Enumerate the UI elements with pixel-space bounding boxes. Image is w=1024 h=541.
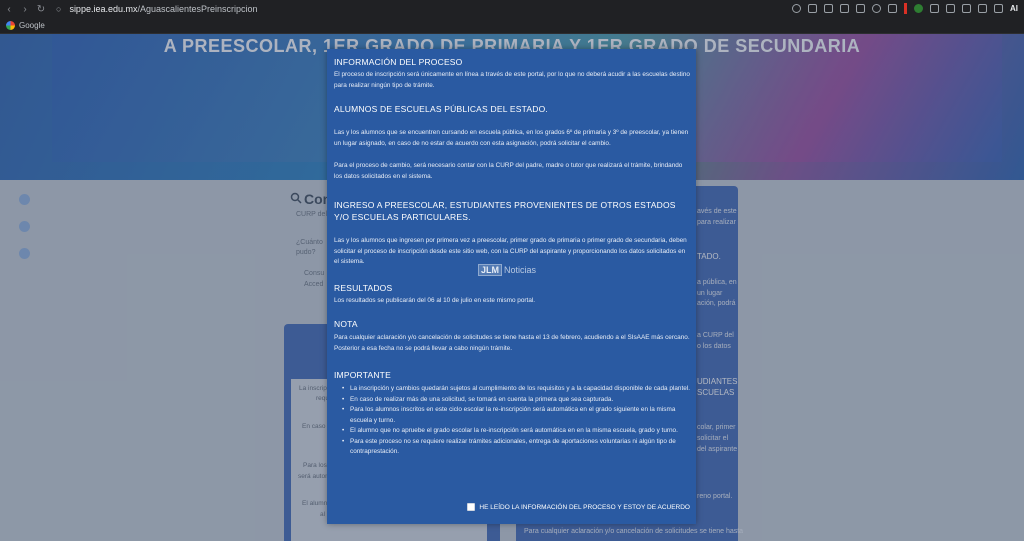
translate-icon[interactable]: [930, 4, 939, 13]
importante-list: La inscripción y cambios quedarán sujeto…: [334, 384, 690, 458]
puzzle-extensions-icon[interactable]: [962, 4, 971, 13]
reader-icon[interactable]: [856, 4, 865, 13]
bookmark-google[interactable]: Google: [19, 21, 45, 30]
wallet-icon[interactable]: [946, 4, 955, 13]
paragraph-resultados: Los resultados se publicarán del 06 al 1…: [334, 297, 536, 304]
list-item: El alumno que no apruebe el grado escola…: [334, 426, 690, 437]
list-item: Para los alumnos inscritos en este ciclo…: [334, 405, 690, 426]
address-bar[interactable]: sippe.iea.edu.mx/AguascalientesPreinscri…: [69, 4, 257, 14]
list-item: En caso de realizar más de una solicitud…: [334, 395, 690, 406]
extension-green-icon[interactable]: [914, 4, 923, 13]
cast-icon[interactable]: [824, 4, 833, 13]
list-item: Para este proceso no se requiere realiza…: [334, 437, 690, 458]
watermark-logo: JLM: [478, 264, 502, 276]
screenshot-icon[interactable]: [808, 4, 817, 13]
paragraph-informacion: El proceso de inscripción será únicament…: [334, 71, 690, 89]
heading-resultados: RESULTADOS: [334, 283, 393, 293]
heading-nota: NOTA: [334, 319, 358, 329]
url-path: /AguascalientesPreinscripcion: [137, 4, 258, 14]
bookmarks-bar: Google: [0, 18, 1024, 34]
bookmark-star-icon[interactable]: [840, 4, 849, 13]
forward-arrow-icon[interactable]: ›: [18, 4, 32, 15]
agreement-checkbox[interactable]: [467, 503, 476, 511]
browser-toolbar: ‹ › ↻ ○ sippe.iea.edu.mx/AguascalientesP…: [0, 0, 1024, 18]
divider-red: [904, 3, 907, 14]
watermark-text: Noticias: [504, 265, 537, 275]
agreement-checkbox-row[interactable]: HE LEÍDO LA INFORMACIÓN DEL PROCESO Y ES…: [467, 503, 690, 511]
agreement-label[interactable]: HE LEÍDO LA INFORMACIÓN DEL PROCESO Y ES…: [479, 504, 690, 511]
paragraph-publicas-1: Las y los alumnos que se encuentren curs…: [334, 129, 689, 147]
google-icon: [6, 21, 15, 30]
heading-escuelas-publicas: ALUMNOS DE ESCUELAS PÚBLICAS DEL ESTADO.: [334, 104, 548, 114]
heading-informacion: INFORMACIÓN DEL PROCESO: [334, 57, 463, 67]
paragraph-publicas-2: Para el proceso de cambio, será necesari…: [334, 162, 683, 180]
reload-icon[interactable]: ↻: [34, 4, 48, 15]
watermark: JLM Noticias: [478, 264, 536, 276]
panel-icon[interactable]: [978, 4, 987, 13]
site-info-icon[interactable]: ○: [56, 4, 61, 14]
ai-button[interactable]: AI: [1010, 4, 1018, 13]
download-icon[interactable]: [994, 4, 1003, 13]
list-item: La inscripción y cambios quedarán sujeto…: [334, 384, 690, 395]
back-arrow-icon[interactable]: ‹: [2, 4, 16, 15]
zoom-icon[interactable]: [792, 4, 801, 13]
heading-ingreso: INGRESO A PREESCOLAR, ESTUDIANTES PROVEN…: [334, 200, 676, 222]
paragraph-ingreso: Las y los alumnos que ingresen por prime…: [334, 237, 687, 265]
url-domain: sippe.iea.edu.mx: [69, 4, 138, 14]
sync-icon[interactable]: [872, 4, 881, 13]
info-modal: INFORMACIÓN DEL PROCESO El proceso de in…: [327, 49, 696, 524]
heart-icon[interactable]: [888, 4, 897, 13]
toolbar-icons: AI: [792, 3, 1018, 14]
paragraph-nota: Para cualquier aclaración y/o cancelació…: [334, 334, 690, 352]
heading-importante: IMPORTANTE: [334, 370, 391, 380]
